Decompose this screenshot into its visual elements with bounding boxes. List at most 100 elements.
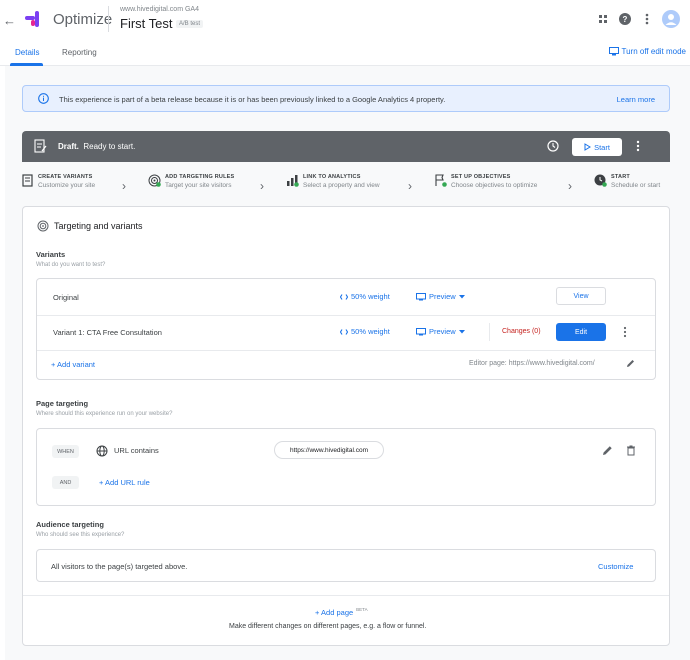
step-create-variants[interactable]: CREATE VARIANTS Customize your site xyxy=(22,174,95,189)
changes-divider xyxy=(489,323,490,341)
when-chip: WHEN xyxy=(52,445,79,458)
setup-steps: CREATE VARIANTS Customize your site › ADD… xyxy=(22,170,690,200)
chevron-right-icon: › xyxy=(122,179,126,193)
caret-down-icon xyxy=(458,329,465,334)
changes-count[interactable]: Changes (0) xyxy=(502,328,541,335)
preview-dropdown[interactable]: Preview xyxy=(416,327,465,336)
view-button[interactable]: View xyxy=(556,287,606,305)
chevron-right-icon: › xyxy=(260,179,264,193)
learn-more-link[interactable]: Learn more xyxy=(617,95,655,104)
beta-banner: This experience is part of a beta releas… xyxy=(22,85,670,112)
variants-sublabel: What do you want to test? xyxy=(36,262,106,268)
step-title: LINK TO ANALYTICS xyxy=(303,174,361,180)
status-more-vert-icon[interactable] xyxy=(636,140,640,152)
audience-box: All visitors to the page(s) targeted abo… xyxy=(36,549,656,582)
weight-label: 50% weight xyxy=(351,292,390,301)
account-avatar-icon[interactable] xyxy=(662,10,680,28)
preview-monitor-icon xyxy=(416,292,426,301)
draft-document-icon xyxy=(34,139,47,153)
editor-page-url: Editor page: https://www.hivedigital.com… xyxy=(469,360,595,367)
tab-reporting[interactable]: Reporting xyxy=(62,48,97,57)
preview-dropdown[interactable]: Preview xyxy=(416,292,465,301)
status-text: Draft. Ready to start. xyxy=(58,142,135,151)
monitor-icon xyxy=(608,47,619,56)
help-icon[interactable]: ? xyxy=(618,12,632,26)
page-targeting-label: Page targeting xyxy=(36,399,89,408)
edit-mode-label: Turn off edit mode xyxy=(621,47,686,56)
status-bar: Draft. Ready to start. Start xyxy=(22,131,670,162)
add-url-rule-link[interactable]: + Add URL rule xyxy=(99,478,150,487)
targeting-variants-card: Targeting and variants Variants What do … xyxy=(22,206,670,646)
header-divider xyxy=(108,6,109,32)
variant-name[interactable]: Original xyxy=(53,293,79,302)
top-actions: ? xyxy=(596,10,680,28)
customize-link[interactable]: Customize xyxy=(598,562,633,571)
app-name: Optimize xyxy=(53,11,113,28)
variants-label: Variants xyxy=(36,250,66,259)
add-page-link[interactable]: + Add page xyxy=(315,608,353,617)
experience-type-badge: A/B test xyxy=(176,20,204,28)
variant-name[interactable]: Variant 1: CTA Free Consultation xyxy=(53,328,162,337)
start-button[interactable]: Start xyxy=(572,138,622,156)
start-step-icon xyxy=(594,174,607,189)
variant-more-vert-icon[interactable] xyxy=(623,326,627,338)
preview-label: Preview xyxy=(429,292,456,301)
page-targeting-sublabel: Where should this experience run on your… xyxy=(36,411,173,417)
step-title: START xyxy=(611,174,630,180)
audience-targeting-label: Audience targeting xyxy=(36,520,104,529)
rule-type[interactable]: URL contains xyxy=(114,446,159,455)
analytics-bars-icon xyxy=(286,174,299,189)
audience-targeting-sublabel: Who should see this experience? xyxy=(36,532,125,538)
step-subtitle: Choose objectives to optimize xyxy=(451,182,538,189)
url-rule-value[interactable]: https://www.hivedigital.com xyxy=(274,441,384,459)
globe-icon xyxy=(96,445,108,457)
caret-down-icon xyxy=(458,294,465,299)
beta-banner-text: This experience is part of a beta releas… xyxy=(59,95,446,104)
weight-arrows-icon xyxy=(340,293,348,301)
edit-button[interactable]: Edit xyxy=(556,323,606,341)
apps-grid-icon[interactable] xyxy=(596,12,610,26)
step-subtitle: Select a property and view xyxy=(303,182,380,189)
status-detail: Ready to start. xyxy=(83,142,136,151)
row-divider xyxy=(37,350,655,351)
add-variant-link[interactable]: + Add variant xyxy=(51,360,95,369)
step-subtitle: Customize your site xyxy=(38,182,96,189)
variant-weight[interactable]: 50% weight xyxy=(340,327,390,336)
add-page-description: Make different changes on different page… xyxy=(229,623,427,630)
chevron-right-icon: › xyxy=(568,179,572,193)
experience-name[interactable]: First Test xyxy=(120,16,173,31)
back-arrow-icon[interactable]: ← xyxy=(3,13,16,28)
step-start[interactable]: START Schedule or start xyxy=(594,174,660,189)
turn-off-edit-mode-link[interactable]: Turn off edit mode xyxy=(608,47,686,56)
row-divider xyxy=(37,315,655,316)
weight-label: 50% weight xyxy=(351,327,390,336)
page-targeting-rules: WHEN URL contains https://www.hivedigita… xyxy=(36,428,656,506)
variant-weight[interactable]: 50% weight xyxy=(340,292,390,301)
beta-badge: BETA xyxy=(356,607,368,612)
step-link-analytics[interactable]: LINK TO ANALYTICS Select a property and v… xyxy=(286,174,380,189)
step-title: ADD TARGETING RULES xyxy=(165,174,235,180)
step-title: CREATE VARIANTS xyxy=(38,174,93,180)
preview-label: Preview xyxy=(429,327,456,336)
step-subtitle: Schedule or start xyxy=(611,182,661,189)
preview-monitor-icon xyxy=(416,327,426,336)
pencil-icon[interactable] xyxy=(626,359,635,368)
step-targeting-rules[interactable]: ADD TARGETING RULES Target your site visi… xyxy=(148,174,234,189)
tab-details[interactable]: Details xyxy=(15,48,39,57)
more-vert-icon[interactable] xyxy=(640,12,654,26)
variants-list: Original 50% weight Preview View Variant… xyxy=(36,278,656,380)
edit-rule-pencil-icon[interactable] xyxy=(602,445,613,456)
flag-icon xyxy=(434,174,447,189)
account-name[interactable]: www.hivedigital.com GA4 xyxy=(120,6,199,13)
optimize-logo-icon xyxy=(22,8,44,30)
top-app-bar: ← Optimize www.hivedigital.com GA4 First… xyxy=(0,0,690,38)
status-label: Draft. xyxy=(58,142,79,151)
step-objectives[interactable]: SET UP OBJECTIVES Choose objectives to op… xyxy=(434,174,537,189)
weight-arrows-icon xyxy=(340,328,348,336)
section-title: Targeting and variants xyxy=(54,221,143,231)
tab-bar: Details Reporting Turn off edit mode xyxy=(0,38,690,66)
delete-rule-trash-icon[interactable] xyxy=(626,445,636,456)
section-divider xyxy=(23,595,669,596)
schedule-clock-icon[interactable] xyxy=(547,140,559,152)
add-page[interactable]: + Add page BETA xyxy=(315,607,368,617)
